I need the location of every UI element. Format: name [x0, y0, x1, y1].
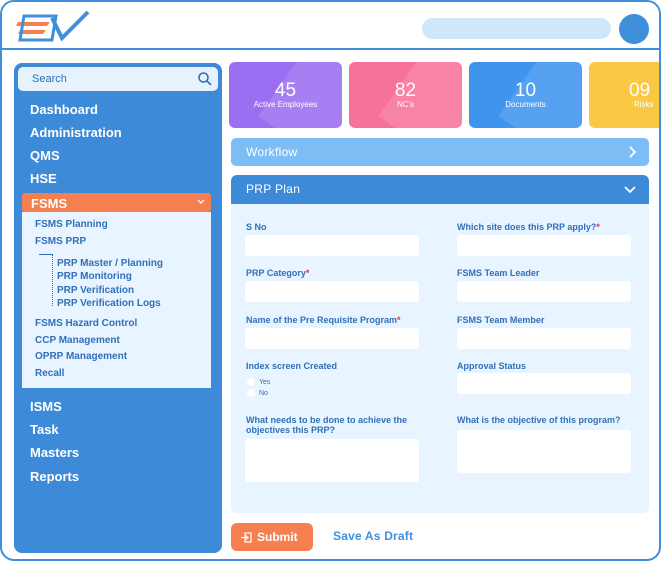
sidebar-item-administration[interactable]: Administration: [30, 125, 122, 140]
search-icon[interactable]: [197, 71, 213, 87]
chevron-down-icon[interactable]: [624, 184, 636, 196]
save-as-draft-button[interactable]: Save As Draft: [333, 529, 413, 543]
stat-label: Risks: [634, 100, 654, 109]
needs-label-line1: What needs to be done to achieve the: [246, 415, 408, 425]
submenu-item-prp-verification[interactable]: PRP Verification: [57, 285, 134, 296]
top-search-input[interactable]: [422, 18, 611, 39]
sidebar-item-reports[interactable]: Reports: [30, 469, 79, 484]
top-bar: [2, 2, 659, 50]
sidebar-item-hse[interactable]: HSE: [30, 171, 57, 186]
sidebar-item-fsms-label: FSMS: [31, 196, 68, 211]
tree-connector: [52, 254, 53, 306]
stat-label: NC's: [396, 100, 415, 109]
avatar[interactable]: [619, 14, 649, 44]
prp-plan-title: PRP Plan: [246, 182, 301, 196]
radio-no-label: No: [259, 390, 268, 397]
s-no-field[interactable]: [245, 235, 419, 256]
radio-no[interactable]: [247, 389, 255, 397]
submenu-item-prp-verification-logs[interactable]: PRP Verification Logs: [57, 298, 161, 309]
sidebar-search-placeholder: Search: [32, 73, 67, 85]
submenu-item-fsms-prp[interactable]: FSMS PRP: [35, 236, 86, 247]
program-name-field[interactable]: [245, 328, 419, 349]
submenu-item-prp-monitoring[interactable]: PRP Monitoring: [57, 271, 132, 282]
prp-plan-panel: PRP Plan S No Which site does this PRP a…: [231, 175, 649, 513]
submenu-item-fsms-hazard-control[interactable]: FSMS Hazard Control: [35, 318, 137, 329]
radio-yes-label: Yes: [259, 379, 271, 386]
submenu-item-prp-master-planning[interactable]: PRP Master / Planning: [57, 258, 163, 269]
stat-value: 10: [514, 80, 537, 101]
program-name-label: Name of the Pre Requisite Program*: [246, 315, 401, 325]
submenu-item-ccp-management[interactable]: CCP Management: [35, 335, 120, 346]
site-label: Which site does this PRP apply?*: [457, 222, 600, 232]
chevron-right-icon[interactable]: [626, 146, 638, 158]
prp-category-field[interactable]: [245, 281, 419, 302]
submenu-item-fsms-planning[interactable]: FSMS Planning: [35, 219, 108, 230]
sidebar-search-input[interactable]: Search: [18, 67, 218, 91]
s-no-label: S No: [246, 222, 267, 232]
ev-logo-icon[interactable]: [16, 10, 90, 42]
submenu-item-recall[interactable]: Recall: [35, 368, 64, 379]
sidebar: Search Dashboard Administration QMS HSE …: [14, 63, 222, 553]
team-member-field[interactable]: [457, 328, 631, 349]
needs-label: What needs to be done to achieve the obj…: [246, 415, 407, 435]
required-mark: *: [305, 268, 310, 278]
sidebar-item-fsms[interactable]: FSMS: [22, 193, 211, 212]
stat-label: Documents: [505, 100, 546, 109]
sidebar-item-dashboard[interactable]: Dashboard: [30, 102, 98, 117]
site-label-text: Which site does this PRP apply?: [457, 222, 597, 232]
fsms-submenu: FSMS Planning FSMS PRP PRP Master / Plan…: [22, 212, 211, 388]
submit-button[interactable]: Submit: [231, 523, 313, 551]
workflow-title: Workflow: [246, 145, 298, 159]
stat-value: 09: [629, 80, 651, 101]
stat-value: 45: [274, 80, 297, 101]
stat-value: 82: [394, 80, 417, 101]
needs-textarea[interactable]: [245, 439, 419, 482]
team-member-label: FSMS Team Member: [457, 315, 545, 325]
site-field[interactable]: [457, 235, 631, 256]
approval-status-field[interactable]: [457, 373, 631, 394]
sidebar-item-masters[interactable]: Masters: [30, 445, 79, 460]
sidebar-item-isms[interactable]: ISMS: [30, 399, 62, 414]
submit-label: Submit: [257, 530, 298, 544]
tree-connector: [39, 254, 53, 255]
prp-category-label: PRP Category*: [246, 268, 309, 278]
objective-label: What is the objective of this program?: [457, 415, 621, 425]
stat-card-ncs[interactable]: 82 NC's: [349, 62, 462, 128]
team-leader-label: FSMS Team Leader: [457, 268, 540, 278]
chevron-down-icon: [197, 199, 205, 205]
submenu-item-oprp-management[interactable]: OPRP Management: [35, 351, 127, 362]
approval-status-label: Approval Status: [457, 361, 527, 371]
radio-yes[interactable]: [247, 378, 255, 386]
prp-plan-header[interactable]: PRP Plan: [231, 175, 649, 204]
stat-card-employees[interactable]: 45 Active Employees: [229, 62, 342, 128]
needs-label-line2: objectives this PRP?: [246, 425, 336, 435]
required-mark: *: [596, 222, 600, 232]
prp-category-label-text: PRP Category: [246, 268, 306, 278]
stat-card-risks[interactable]: 09 Risks: [589, 62, 659, 128]
team-leader-field[interactable]: [457, 281, 631, 302]
stat-label: Active Employees: [253, 100, 318, 109]
objective-textarea[interactable]: [457, 430, 631, 473]
sidebar-item-task[interactable]: Task: [30, 422, 59, 437]
workflow-accordion[interactable]: Workflow: [231, 138, 649, 166]
required-mark: *: [397, 315, 401, 325]
stat-card-documents[interactable]: 10 Documents: [469, 62, 582, 128]
program-name-label-text: Name of the Pre Requisite Program: [246, 315, 398, 325]
login-arrow-icon: [241, 532, 252, 543]
index-screen-label: Index screen Created: [246, 361, 338, 371]
app-frame: Search Dashboard Administration QMS HSE …: [0, 0, 661, 561]
sidebar-item-qms[interactable]: QMS: [30, 148, 60, 163]
